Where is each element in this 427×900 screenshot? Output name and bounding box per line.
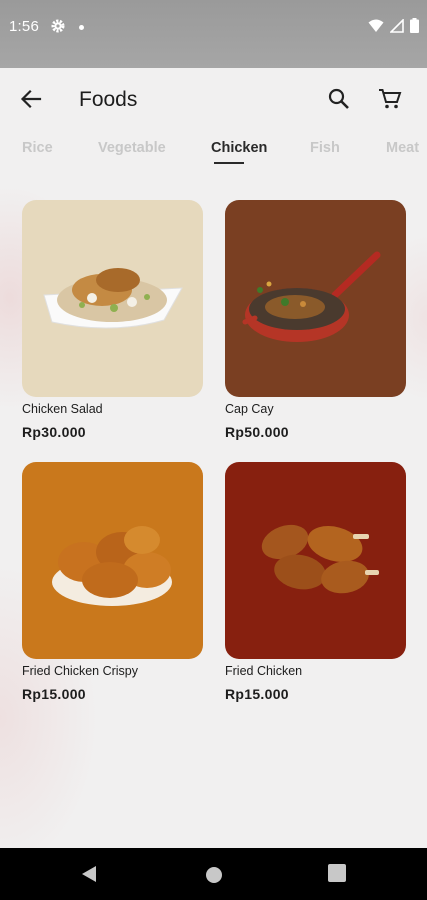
status-time: 1:56	[9, 18, 39, 35]
tab-vegetable[interactable]: Vegetable	[98, 140, 166, 156]
product-price: Rp30.000	[22, 424, 86, 440]
notification-dot-icon	[79, 25, 84, 30]
product-price: Rp15.000	[225, 686, 289, 702]
product-image	[22, 462, 203, 659]
product-price: Rp50.000	[225, 424, 289, 440]
active-tab-indicator	[214, 162, 244, 164]
product-image	[225, 462, 406, 659]
signal-icon	[390, 18, 404, 33]
fried-chicken-plate-image	[52, 526, 172, 606]
background	[0, 68, 427, 848]
product-name: Fried Chicken Crispy	[22, 664, 139, 678]
tab-chicken[interactable]: Chicken	[211, 140, 267, 156]
product-image	[225, 200, 406, 397]
wifi-icon	[368, 19, 384, 32]
page-title: Foods	[79, 88, 138, 111]
search-icon[interactable]	[326, 86, 352, 112]
chicken-drumsticks-image	[261, 524, 379, 594]
tab-fish[interactable]: Fish	[310, 140, 340, 156]
product-image	[22, 200, 203, 397]
status-bar: 1:56	[0, 0, 427, 68]
product-name: Fried Chicken	[225, 664, 303, 678]
tab-meat[interactable]: Meat	[386, 140, 419, 156]
salad-plate-image	[43, 268, 183, 329]
product-price: Rp15.000	[22, 686, 86, 702]
category-tabs: Rice Vegetable Chicken Fish Meat	[0, 130, 427, 170]
nav-home-icon[interactable]	[205, 866, 223, 884]
battery-icon	[410, 18, 419, 33]
product-name: Cap Cay	[225, 402, 274, 416]
settings-gear-icon	[51, 19, 65, 33]
product-name: Chicken Salad	[22, 402, 103, 416]
back-arrow-icon[interactable]	[18, 86, 44, 112]
nav-recents-icon[interactable]	[328, 864, 346, 882]
tab-rice[interactable]: Rice	[22, 140, 53, 156]
nav-back-icon[interactable]	[80, 864, 98, 884]
frying-pan-image	[242, 251, 381, 342]
app-bar: Foods	[0, 68, 427, 130]
cart-icon[interactable]	[377, 86, 403, 112]
